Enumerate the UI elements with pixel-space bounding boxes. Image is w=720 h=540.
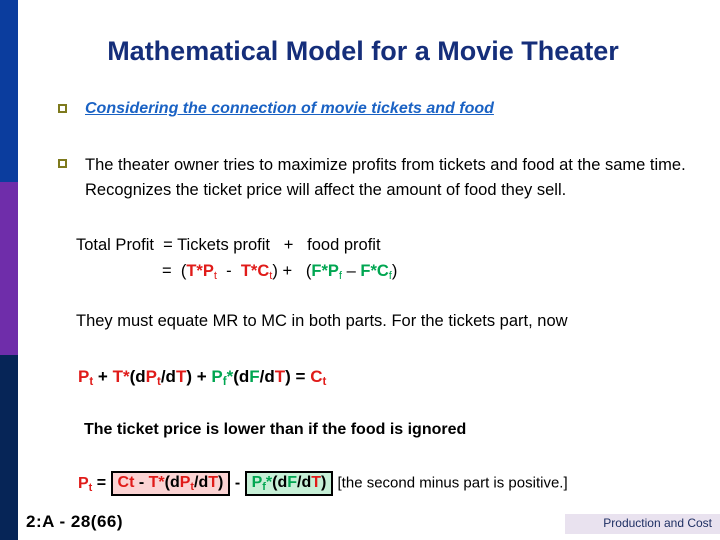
slash-d: /d (194, 474, 209, 491)
plus-sign: + (93, 367, 113, 386)
p-symbol: P (179, 474, 191, 491)
total-profit-line-1: Total Profit = Tickets profit + food pro… (76, 232, 397, 258)
lower-price-statement: The ticket price is lower than if the fo… (84, 421, 467, 438)
food-cost-term: F*Cf (360, 262, 392, 282)
highlighted-box-marginal-cost: Ct - T*(dPt/dT) (110, 471, 231, 496)
slide-canvas: Mathematical Model for a Movie Theater C… (0, 0, 720, 540)
t-times-p: T*P (186, 262, 214, 280)
bullet-item-1: Considering the connection of movie tick… (58, 98, 698, 120)
total-profit-equations: Total Profit = Tickets profit + food pro… (76, 232, 397, 284)
slide-title: Mathematical Model for a Movie Theater (107, 36, 619, 66)
total-profit-label: Total Profit (76, 236, 154, 254)
slash-d: /d (297, 474, 312, 491)
c-symbol: C (310, 367, 323, 386)
plus-sign: + (192, 367, 212, 386)
bullet-2-label: The theater owner tries to maximize prof… (85, 156, 686, 199)
footer-section-title: Production and Cost (603, 516, 712, 530)
ct-symbol: Ct (117, 474, 135, 491)
bullet-1-label: Considering the connection of movie tick… (85, 100, 494, 117)
bullet-item-2: The theater owner tries to maximize prof… (58, 153, 708, 203)
total-profit-line-2: = (T*Pt - T*Ct) + (F*Pf – F*Cf) (76, 258, 397, 284)
ticket-price-term: Pt (78, 367, 93, 388)
strip-band-navy (0, 355, 18, 540)
food-profit-term: food profit (307, 236, 381, 254)
p-symbol: P (145, 367, 157, 386)
t-star-term: T* (112, 367, 130, 386)
slash-d: /d (160, 367, 176, 386)
t-times-c: T*C (240, 262, 270, 280)
t-symbol: T (175, 367, 187, 386)
ticket-revenue-term: T*Pt (186, 262, 217, 282)
food-revenue-term: F*Pf (311, 262, 342, 282)
equals-sign: = (163, 236, 173, 254)
marginal-revenue-formula: Pt + T*(dPt/dT) + Pf*(dF/dT) = Ct (78, 367, 327, 389)
en-dash: – (346, 262, 356, 280)
plus-sign: + (283, 236, 294, 254)
t-symbol: T (208, 474, 219, 491)
plus-sign: + (282, 262, 293, 280)
open-paren-d: (d (233, 367, 250, 386)
mr-mc-statement: They must equate MR to MC in both parts.… (76, 312, 568, 330)
square-bullet-icon (58, 159, 67, 168)
close-paren: ) (391, 262, 398, 280)
open-paren-d: (d (129, 367, 146, 386)
t-star-term: T* (148, 474, 165, 491)
highlighted-box-food-effect: Pf*(dF/dT) (244, 471, 334, 496)
close-paren: ) (321, 474, 327, 491)
formula-note: [the second minus part is positive.] (333, 474, 568, 492)
f-times-p: F*P (311, 262, 339, 280)
p-symbol: P (251, 474, 263, 491)
f-times-c: F*C (360, 262, 389, 280)
food-price-term: Pf* (251, 474, 273, 492)
p-symbol: P (78, 367, 90, 386)
dp-term: Pt (179, 474, 194, 492)
open-paren-d: (d (164, 474, 180, 491)
dp-term: Pt (145, 367, 161, 388)
strip-band-blue (0, 0, 18, 182)
t-symbol: T (274, 367, 286, 386)
close-paren: ) (218, 474, 224, 491)
open-paren-d: (d (272, 474, 288, 491)
ticket-cost-symbol: Ct (310, 367, 327, 389)
minus-sign-between-boxes: - (230, 474, 245, 492)
equals-sign: = (290, 367, 311, 386)
strip-band-purple (0, 182, 18, 355)
left-color-strip (0, 0, 18, 540)
p-symbol: P (78, 474, 89, 492)
tickets-profit-term: Tickets profit (177, 236, 270, 254)
footer-slide-number: 2:A - 28(66) (26, 512, 124, 531)
t-symbol: T (311, 474, 322, 491)
equals-sign: = (92, 474, 111, 492)
slash-d: /d (259, 367, 275, 386)
equals-sign: = (162, 262, 172, 280)
subscript-t: t (322, 376, 327, 389)
minus-sign: - (134, 474, 149, 491)
square-bullet-icon (58, 104, 67, 113)
f-symbol: F (287, 474, 298, 491)
ticket-price-solution-formula: Pt = Ct - T*(dPt/dT) - Pf*(dF/dT) [the s… (78, 471, 568, 496)
food-price-term: Pf* (211, 367, 233, 388)
f-symbol: F (249, 367, 260, 386)
ticket-price-term: Pt (78, 474, 92, 493)
ticket-cost-term: T*Ct (240, 262, 273, 282)
p-symbol: P (211, 367, 223, 386)
